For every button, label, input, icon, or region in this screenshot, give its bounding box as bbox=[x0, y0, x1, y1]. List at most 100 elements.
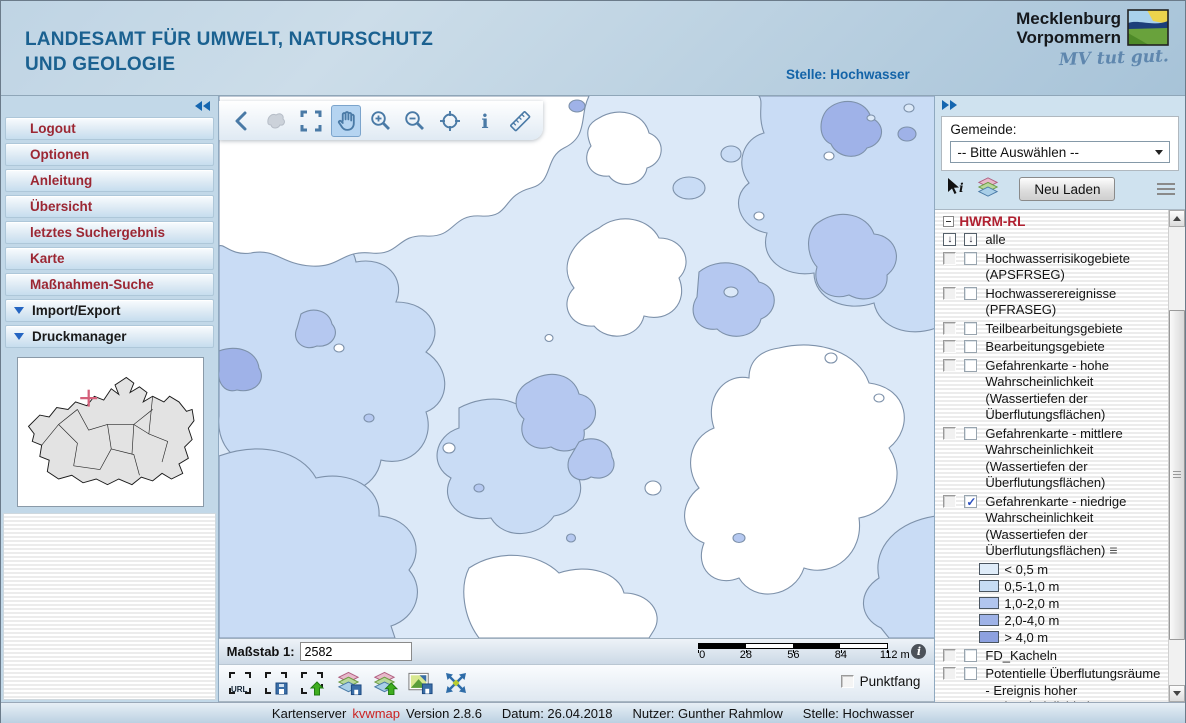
layer-visibility-checkbox[interactable] bbox=[964, 340, 977, 353]
layer-checkbox[interactable] bbox=[943, 495, 956, 508]
title-line-1: LANDESAMT FÜR UMWELT, NATURSCHUTZ bbox=[25, 27, 433, 52]
flood-depth-map bbox=[219, 96, 935, 638]
layer-checkbox[interactable] bbox=[943, 340, 956, 353]
punktfang-checkbox[interactable] bbox=[841, 675, 854, 688]
menu-item-massnahmen-suche[interactable]: Maßnahmen-Suche bbox=[5, 273, 214, 296]
layer-visibility-checkbox[interactable] bbox=[964, 427, 977, 440]
menu-item-druckmanager[interactable]: Druckmanager bbox=[5, 325, 214, 348]
menu-item-karte[interactable]: Karte bbox=[5, 247, 214, 270]
layer-checkbox[interactable] bbox=[943, 649, 956, 662]
neu-laden-button[interactable]: Neu Laden bbox=[1019, 177, 1115, 201]
panel-controls: i Neu Laden bbox=[935, 171, 1185, 207]
back-icon[interactable] bbox=[227, 105, 257, 137]
scroll-up-icon[interactable] bbox=[1169, 210, 1185, 227]
scrollbar-thumb[interactable] bbox=[1169, 310, 1185, 640]
scale-label: Maßstab 1: bbox=[227, 644, 295, 659]
layer-row-active: Gefahrenkarte - niedrige Wahrscheinlichk… bbox=[943, 494, 1168, 560]
svg-text:i: i bbox=[959, 181, 964, 195]
layer-checkbox[interactable] bbox=[943, 287, 956, 300]
info-tool-icon[interactable]: i bbox=[470, 105, 500, 137]
legend-swatch bbox=[979, 614, 999, 626]
legend-swatch bbox=[979, 580, 999, 592]
pan-tool-icon[interactable] bbox=[331, 105, 361, 137]
app-header: LANDESAMT FÜR UMWELT, NATURSCHUTZ UND GE… bbox=[1, 1, 1185, 96]
layer-checkbox[interactable] bbox=[943, 427, 956, 440]
gemeinde-label: Gemeinde: bbox=[950, 122, 1170, 137]
save-layers-icon[interactable] bbox=[335, 670, 362, 697]
footer-date: Datum: 26.04.2018 bbox=[502, 706, 613, 721]
title-line-2: UND GEOLOGIE bbox=[25, 52, 433, 77]
punktfang-label: Punktfang bbox=[860, 674, 921, 689]
zoom-in-icon[interactable] bbox=[366, 105, 396, 137]
menu-item-uebersicht[interactable]: Übersicht bbox=[5, 195, 214, 218]
layers-icon[interactable] bbox=[975, 176, 1001, 203]
max-extent-icon[interactable] bbox=[443, 670, 470, 697]
tree-scrollbar[interactable] bbox=[1168, 210, 1185, 702]
menu-item-import-export[interactable]: Import/Export bbox=[5, 299, 214, 322]
menu-item-letztes-suchergebnis[interactable]: letztes Suchergebnis bbox=[5, 221, 214, 244]
layer-row: Potentielle Überflutungsräume - Ereignis… bbox=[943, 666, 1168, 702]
measure-icon[interactable] bbox=[505, 105, 535, 137]
full-extent-icon[interactable] bbox=[296, 105, 326, 137]
menu-item-anleitung[interactable]: Anleitung bbox=[5, 169, 214, 192]
overview-map[interactable] bbox=[17, 357, 204, 507]
svg-text:URL: URL bbox=[231, 685, 248, 694]
save-map-image-icon[interactable] bbox=[407, 670, 434, 697]
layer-checkbox[interactable] bbox=[943, 667, 956, 680]
app-window: LANDESAMT FÜR UMWELT, NATURSCHUTZ UND GE… bbox=[0, 0, 1186, 723]
legend-swatch bbox=[979, 631, 999, 643]
collapse-sidebar-icon[interactable] bbox=[194, 101, 210, 111]
tree-root-label: HWRM-RL bbox=[959, 214, 1025, 229]
url-extent-icon[interactable]: URL bbox=[227, 670, 254, 697]
select-all-icon[interactable] bbox=[964, 233, 977, 246]
legend-item: > 4,0 m bbox=[979, 630, 1168, 645]
query-pointer-icon[interactable]: i bbox=[945, 177, 965, 202]
layer-row: Bearbeitungsgebiete bbox=[943, 339, 1168, 356]
layer-visibility-checkbox[interactable] bbox=[964, 322, 977, 335]
collapse-node-icon[interactable] bbox=[943, 216, 954, 227]
scale-row: Maßstab 1: 0 28 56 84 112 m bbox=[219, 638, 935, 665]
layer-checkbox[interactable] bbox=[943, 359, 956, 372]
scale-input[interactable] bbox=[300, 642, 412, 661]
save-extent-icon[interactable] bbox=[263, 670, 290, 697]
layer-checkbox[interactable] bbox=[943, 322, 956, 335]
scale-info-icon[interactable] bbox=[911, 644, 926, 659]
layer-visibility-checkbox[interactable] bbox=[964, 649, 977, 662]
layer-menu-icon[interactable] bbox=[1109, 545, 1117, 555]
layer-visibility-checkbox[interactable] bbox=[964, 495, 977, 508]
footer-user: Nutzer: Gunther Rahmlow bbox=[633, 706, 783, 721]
layer-visibility-checkbox[interactable] bbox=[964, 359, 977, 372]
footer-stelle: Stelle: Hochwasser bbox=[803, 706, 914, 721]
layer-visibility-checkbox[interactable] bbox=[964, 287, 977, 300]
load-extent-icon[interactable] bbox=[299, 670, 326, 697]
menu-item-logout[interactable]: Logout bbox=[5, 117, 214, 140]
legend-swatch bbox=[979, 597, 999, 609]
zoom-out-icon[interactable] bbox=[401, 105, 431, 137]
expand-panel-icon[interactable] bbox=[941, 100, 957, 110]
brand-slogan: MV tut gut. bbox=[1016, 46, 1169, 71]
layer-row: FD_Kacheln bbox=[943, 648, 1168, 665]
tree-root-row: HWRM-RL bbox=[943, 214, 1168, 229]
layer-visibility-checkbox[interactable] bbox=[964, 667, 977, 680]
center-view-icon[interactable] bbox=[435, 105, 465, 137]
gemeinde-select[interactable]: -- Bitte Auswählen -- bbox=[950, 141, 1170, 163]
scroll-down-icon[interactable] bbox=[1169, 685, 1185, 702]
legend-item: 1,0-2,0 m bbox=[979, 596, 1168, 611]
tree-row-alle: alle bbox=[943, 232, 1168, 249]
right-panel: Gemeinde: -- Bitte Auswählen -- i Neu La… bbox=[934, 96, 1185, 702]
load-layers-icon[interactable] bbox=[371, 670, 398, 697]
map-toolbar: i bbox=[219, 101, 543, 140]
layer-checkbox[interactable] bbox=[943, 252, 956, 265]
menu-item-optionen[interactable]: Optionen bbox=[5, 143, 214, 166]
gemeinde-box: Gemeinde: -- Bitte Auswählen -- bbox=[941, 116, 1179, 171]
panel-menu-icon[interactable] bbox=[1157, 183, 1175, 198]
scalebar: 0 28 56 84 112 m bbox=[698, 643, 888, 663]
map-canvas[interactable]: i bbox=[219, 96, 935, 638]
layer-legend: < 0,5 m 0,5-1,0 m 1,0-2,0 m 2,0-4,0 m > … bbox=[943, 562, 1168, 645]
chevron-down-icon bbox=[1155, 150, 1163, 155]
layer-visibility-checkbox[interactable] bbox=[964, 252, 977, 265]
layer-tree-area: HWRM-RL alle Hochwasserrisikogebiete (AP… bbox=[935, 209, 1185, 702]
layer-row: Hochwasserereignisse (PFRASEG) bbox=[943, 286, 1168, 319]
status-footer: Kartenserver kvwmap Version 2.8.6 Datum:… bbox=[1, 702, 1185, 723]
select-all-icon[interactable] bbox=[943, 233, 956, 246]
